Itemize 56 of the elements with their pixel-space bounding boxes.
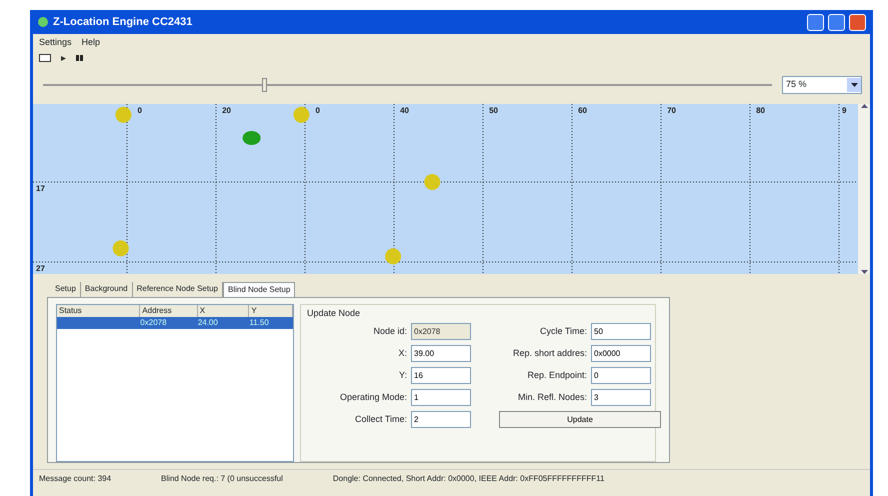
field-label: X:: [397, 346, 408, 360]
input-field[interactable]: 50: [591, 323, 651, 340]
field-label: Rep. Endpoint:: [526, 368, 588, 382]
status-text: Blind Node req.: 7 (0 unsuccessful: [161, 473, 283, 484]
reference-node[interactable]: [385, 248, 402, 264]
reference-node[interactable]: [293, 106, 310, 123]
status-text: Dongle: Connected, Short Addr: 0x0000, IEEE Addr: 0xFF05FFFFFFFFFF11: [332, 473, 604, 484]
field-label: Operating Mode:: [338, 390, 408, 404]
axis-label: 40: [400, 106, 409, 115]
scroll-down-icon[interactable]: [860, 270, 868, 274]
pause-icon[interactable]: [76, 55, 83, 61]
axis-label: 0: [316, 106, 320, 115]
field-label: Collect Time:: [354, 412, 408, 426]
field-label: Cycle Time:: [538, 324, 588, 338]
scroll-up-icon[interactable]: [860, 104, 868, 108]
tab[interactable]: Blind Node Setup: [223, 282, 296, 297]
input-field[interactable]: 2: [411, 411, 471, 428]
group-title: Update Node: [307, 307, 362, 320]
field-label: Rep. short addres:: [512, 346, 588, 360]
input-field[interactable]: 16: [411, 367, 471, 384]
update-button[interactable]: Update: [499, 411, 661, 428]
axis-label: 60: [578, 106, 587, 115]
axis-label: 17: [36, 184, 45, 193]
minimize-button[interactable]: [807, 14, 824, 30]
window-icon[interactable]: [39, 54, 51, 62]
close-button[interactable]: [849, 14, 866, 30]
input-field[interactable]: 0: [591, 367, 651, 384]
scrollbar[interactable]: [858, 104, 870, 274]
axis-label: 50: [489, 106, 498, 115]
menu-item[interactable]: Help: [82, 36, 100, 48]
axis-label: 9: [842, 106, 846, 115]
input-field[interactable]: 0x0000: [591, 345, 651, 362]
input-field[interactable]: 1: [411, 389, 471, 406]
axis-label: 20: [222, 106, 231, 115]
zoom-dropdown[interactable]: 75 %: [782, 76, 862, 94]
slider-thumb[interactable]: [262, 78, 267, 92]
field-label: Min. Refl. Nodes:: [516, 390, 588, 404]
reference-node[interactable]: [112, 240, 129, 256]
play-icon[interactable]: [61, 56, 66, 60]
window-title: Z-Location Engine CC2431: [53, 14, 192, 30]
menu-item[interactable]: Settings: [39, 36, 72, 48]
input-field[interactable]: 39.00: [411, 345, 471, 362]
field-label: Y:: [398, 368, 408, 382]
axis-label: 27: [36, 264, 45, 273]
maximize-button[interactable]: [828, 14, 845, 30]
list-row[interactable]: 0x2078 24.00 11.50: [57, 317, 293, 329]
reference-node[interactable]: [424, 174, 440, 190]
field-label: Node id:: [372, 324, 408, 338]
input-field[interactable]: 3: [591, 389, 651, 406]
blind-node[interactable]: [242, 131, 261, 145]
axis-label: 80: [756, 106, 765, 115]
app-icon: [37, 16, 49, 28]
axis-label: 70: [667, 106, 676, 115]
status-text: Message count: 394: [39, 473, 112, 484]
reference-node[interactable]: [115, 106, 132, 123]
axis-label: 0: [138, 106, 142, 115]
